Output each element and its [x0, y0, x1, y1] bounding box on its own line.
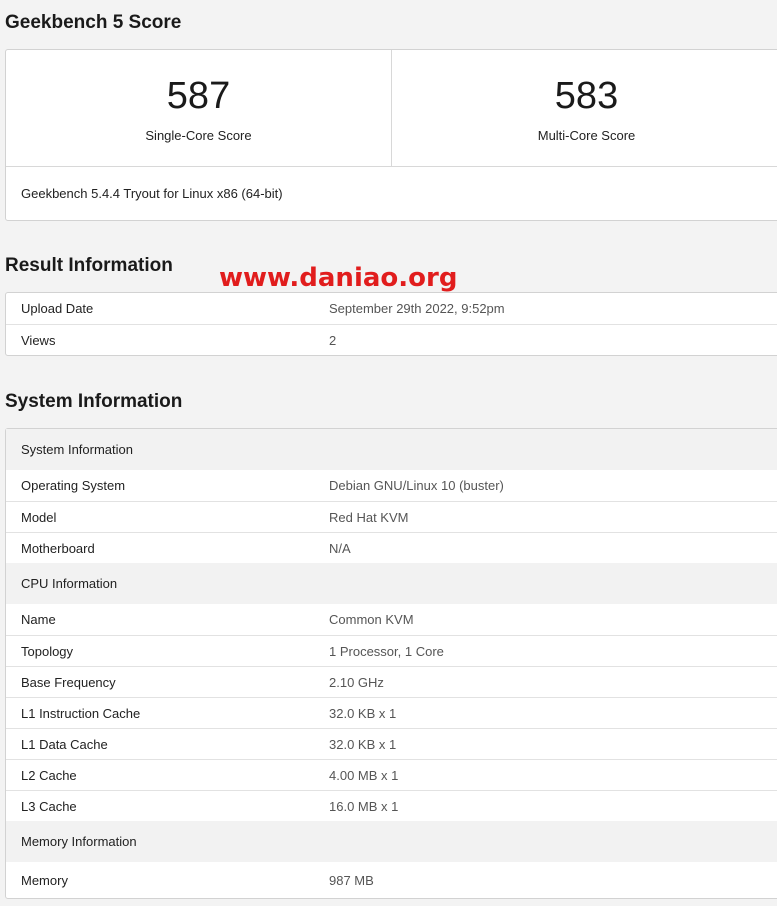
- benchmark-version: Geekbench 5.4.4 Tryout for Linux x86 (64…: [21, 186, 283, 201]
- system-info-card: System Information Operating System Debi…: [5, 428, 777, 899]
- multi-core-score: 583 Multi-Core Score: [391, 50, 777, 166]
- table-row: Name Common KVM: [6, 604, 777, 635]
- motherboard-value: N/A: [329, 540, 351, 556]
- model-value: Red Hat KVM: [329, 509, 409, 525]
- views-value: 2: [329, 332, 337, 348]
- cpu-name-label: Name: [21, 612, 56, 627]
- table-row: Memory 987 MB: [6, 862, 777, 898]
- base-frequency-value: 2.10 GHz: [329, 674, 384, 690]
- table-row: Upload Date September 29th 2022, 9:52pm: [6, 293, 777, 324]
- os-label: Operating System: [21, 478, 126, 493]
- topology-value: 1 Processor, 1 Core: [329, 643, 444, 659]
- table-row: Topology 1 Processor, 1 Core: [6, 635, 777, 666]
- system-section-title: System Information: [5, 391, 183, 412]
- upload-date-value: September 29th 2022, 9:52pm: [329, 301, 505, 316]
- l2-cache-label: L2 Cache: [21, 767, 77, 783]
- table-row: Base Frequency 2.10 GHz: [6, 666, 777, 697]
- memory-value: 987 MB: [329, 872, 374, 888]
- cpu-name-value: Common KVM: [329, 612, 414, 627]
- single-core-score-label: Single-Core Score: [145, 128, 252, 143]
- l3-cache-label: L3 Cache: [21, 798, 77, 814]
- l1-instruction-cache-value: 32.0 KB x 1: [329, 705, 397, 721]
- l1-data-cache-label: L1 Data Cache: [21, 736, 108, 752]
- score-card: 587 Single-Core Score 583 Multi-Core Sco…: [5, 49, 777, 221]
- upload-date-label: Upload Date: [21, 301, 94, 316]
- base-frequency-label: Base Frequency: [21, 674, 116, 690]
- model-label: Model: [21, 509, 57, 525]
- topology-label: Topology: [21, 643, 74, 659]
- cpu-info-group-header: CPU Information: [6, 563, 777, 604]
- table-row: L3 Cache 16.0 MB x 1: [6, 790, 777, 821]
- l2-cache-value: 4.00 MB x 1: [329, 767, 399, 783]
- table-row: Views 2: [6, 324, 777, 355]
- table-row: L1 Data Cache 32.0 KB x 1: [6, 728, 777, 759]
- table-row: Motherboard N/A: [6, 532, 777, 563]
- table-row: Model Red Hat KVM: [6, 501, 777, 532]
- score-row: 587 Single-Core Score 583 Multi-Core Sco…: [6, 50, 777, 167]
- memory-info-group-header: Memory Information: [6, 821, 777, 862]
- multi-core-score-label: Multi-Core Score: [537, 128, 636, 143]
- watermark: www.daniao.org: [219, 263, 458, 293]
- multi-core-score-value: 583: [554, 75, 619, 117]
- single-core-score: 587 Single-Core Score: [6, 50, 391, 166]
- system-info-group-header: System Information: [6, 429, 777, 470]
- l1-data-cache-value: 32.0 KB x 1: [329, 736, 397, 752]
- table-row: L1 Instruction Cache 32.0 KB x 1: [6, 697, 777, 728]
- table-row: Operating System Debian GNU/Linux 10 (bu…: [6, 470, 777, 501]
- memory-label: Memory: [21, 872, 68, 888]
- os-value: Debian GNU/Linux 10 (buster): [329, 478, 504, 493]
- l1-instruction-cache-label: L1 Instruction Cache: [21, 705, 141, 721]
- score-section-title: Geekbench 5 Score: [5, 12, 182, 33]
- result-info-card: Upload Date September 29th 2022, 9:52pm …: [5, 292, 777, 356]
- table-row: L2 Cache 4.00 MB x 1: [6, 759, 777, 790]
- l3-cache-value: 16.0 MB x 1: [329, 798, 399, 814]
- result-section-title: Result Information: [5, 255, 173, 276]
- single-core-score-value: 587: [166, 75, 231, 117]
- views-label: Views: [21, 332, 56, 348]
- motherboard-label: Motherboard: [21, 540, 95, 556]
